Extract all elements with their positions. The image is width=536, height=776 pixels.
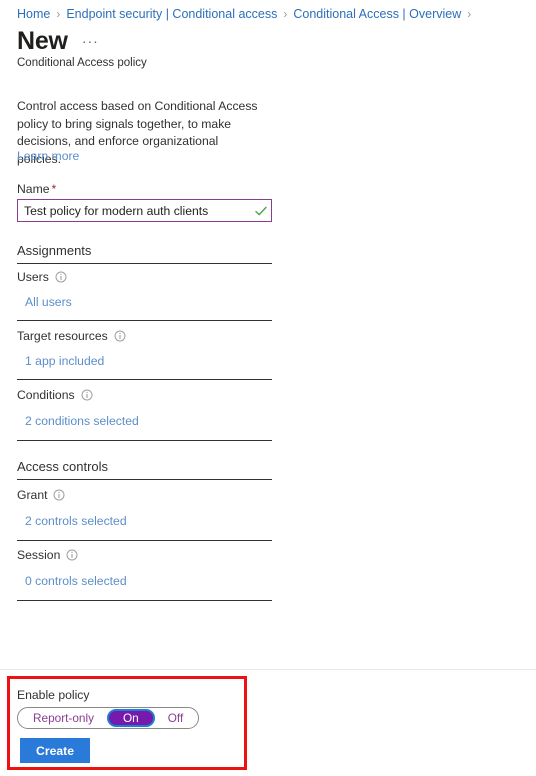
row-divider: [17, 320, 272, 321]
breadcrumb-item-endpoint-security[interactable]: Endpoint security | Conditional access: [66, 7, 277, 21]
enable-policy-label: Enable policy: [17, 688, 90, 702]
info-icon[interactable]: [55, 271, 67, 283]
name-label-text: Name: [17, 182, 50, 196]
row-label-grant: Grant: [17, 488, 65, 502]
name-input[interactable]: [18, 200, 251, 221]
checkmark-icon: [251, 204, 271, 218]
row-value-conditions[interactable]: 2 conditions selected: [25, 414, 139, 428]
row-divider: [17, 600, 272, 601]
toggle-option-on[interactable]: On: [106, 709, 155, 727]
section-heading-assignments: Assignments: [17, 243, 92, 258]
more-options-icon[interactable]: ···: [82, 33, 99, 49]
row-divider: [17, 379, 272, 380]
row-value-users[interactable]: All users: [25, 295, 72, 309]
row-value-session[interactable]: 0 controls selected: [25, 574, 127, 588]
breadcrumb-item-conditional-access-overview[interactable]: Conditional Access | Overview: [293, 7, 461, 21]
create-button[interactable]: Create: [20, 738, 90, 763]
breadcrumb-separator-icon: ›: [467, 7, 472, 21]
row-label-text: Users: [17, 270, 49, 284]
section-heading-access-controls: Access controls: [17, 459, 109, 474]
toggle-option-report-only[interactable]: Report-only: [20, 709, 107, 727]
info-icon[interactable]: [114, 330, 126, 342]
row-label-text: Target resources: [17, 329, 108, 343]
section-divider: [17, 263, 272, 264]
learn-more-link[interactable]: Learn more: [17, 149, 79, 163]
info-icon[interactable]: [81, 389, 93, 401]
toggle-option-off[interactable]: Off: [155, 709, 197, 727]
row-label-text: Grant: [17, 488, 48, 502]
breadcrumb: Home › Endpoint security | Conditional a…: [17, 5, 528, 23]
info-icon[interactable]: [66, 549, 78, 561]
page-title: New: [17, 27, 68, 55]
row-divider: [17, 540, 272, 541]
page-subtitle: Conditional Access policy: [17, 57, 147, 69]
row-label-session: Session: [17, 548, 78, 562]
enable-policy-toggle[interactable]: Report-only On Off: [17, 707, 200, 729]
breadcrumb-item-home[interactable]: Home: [17, 7, 50, 21]
name-field-label: Name *: [17, 182, 56, 196]
row-label-conditions: Conditions: [17, 388, 93, 402]
breadcrumb-separator-icon: ›: [283, 7, 288, 21]
row-value-target-resources[interactable]: 1 app included: [25, 354, 104, 368]
row-label-text: Session: [17, 548, 61, 562]
row-label-text: Conditions: [17, 388, 75, 402]
row-label-users: Users: [17, 270, 67, 284]
breadcrumb-separator-icon: ›: [56, 7, 61, 21]
info-icon[interactable]: [53, 489, 65, 501]
page-header: New ···: [17, 27, 99, 56]
row-value-grant[interactable]: 2 controls selected: [25, 514, 127, 528]
row-divider: [17, 440, 272, 441]
required-marker: *: [51, 182, 57, 196]
footer-separator: [0, 669, 536, 670]
name-input-wrapper[interactable]: [17, 199, 272, 222]
row-label-target-resources: Target resources: [17, 329, 126, 343]
section-divider: [17, 479, 272, 480]
